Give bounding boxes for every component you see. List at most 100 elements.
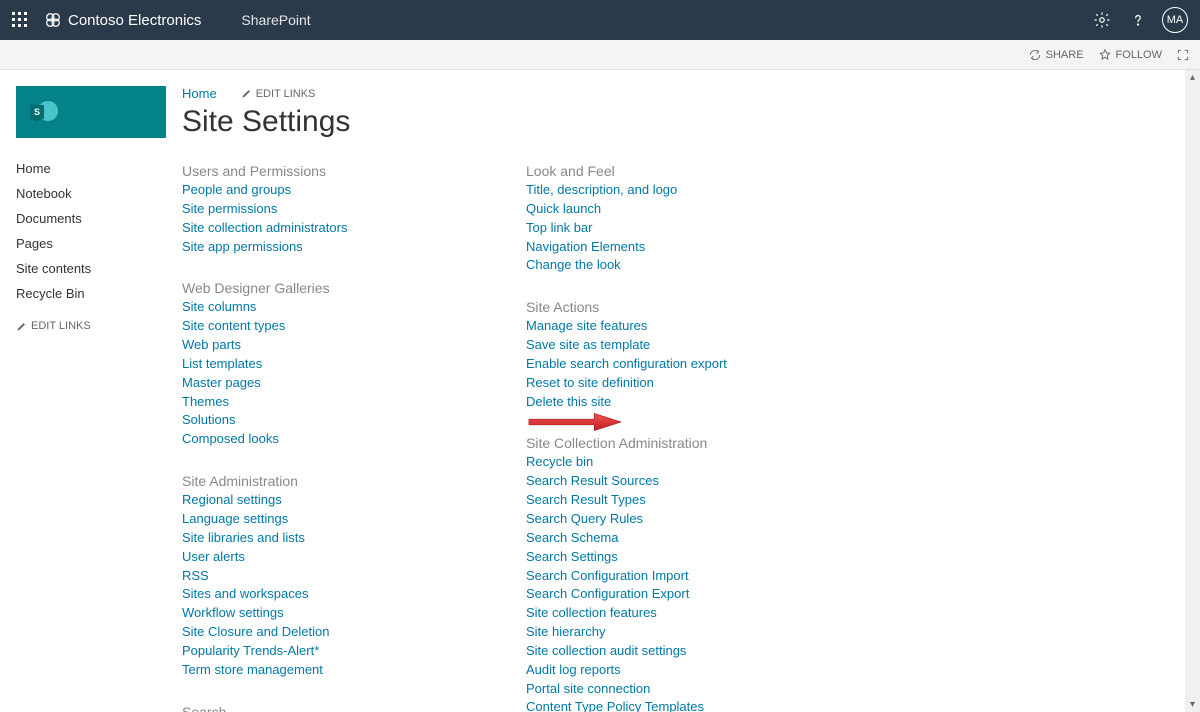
settings-category: Site ActionsManage site featuresSave sit… [526,299,806,411]
settings-link[interactable]: Site content types [182,317,462,336]
scroll-down-icon[interactable]: ▾ [1185,697,1200,712]
settings-link[interactable]: Popularity Trends-Alert* [182,642,462,661]
follow-label: FOLLOW [1116,49,1162,61]
settings-link[interactable]: Navigation Elements [526,238,806,257]
leftnav-edit-links[interactable]: EDIT LINKS [16,320,170,332]
settings-link[interactable]: Title, description, and logo [526,181,806,200]
page-title: Site Settings [182,105,1200,139]
share-label: SHARE [1046,49,1084,61]
settings-link[interactable]: Search Schema [526,529,806,548]
settings-link[interactable]: Search Configuration Export [526,585,806,604]
settings-link[interactable]: Site collection features [526,604,806,623]
settings-link[interactable]: Search Result Types [526,491,806,510]
settings-link[interactable]: User alerts [182,548,462,567]
app-launcher-icon[interactable] [0,0,40,40]
leftnav-item[interactable]: Notebook [16,181,170,206]
settings-column: Users and PermissionsPeople and groupsSi… [182,163,462,712]
settings-link[interactable]: Search Configuration Import [526,567,806,586]
settings-link[interactable]: Enable search configuration export [526,355,806,374]
settings-link[interactable]: Recycle bin [526,453,806,472]
pencil-icon [241,88,252,99]
settings-link[interactable]: Language settings [182,510,462,529]
share-icon [1028,48,1042,62]
leftnav-item[interactable]: Documents [16,206,170,231]
edit-links-top[interactable]: EDIT LINKS [241,88,316,100]
settings-link[interactable]: Quick launch [526,200,806,219]
settings-link[interactable]: Search Query Rules [526,510,806,529]
breadcrumb-home[interactable]: Home [182,86,217,101]
category-title: Site Administration [182,473,462,489]
share-button[interactable]: SHARE [1028,48,1084,62]
settings-link[interactable]: Site Closure and Deletion [182,623,462,642]
settings-link[interactable]: Delete this site [526,393,806,412]
settings-link[interactable]: RSS [182,567,462,586]
avatar-initials: MA [1167,14,1184,26]
settings-link[interactable]: Audit log reports [526,661,806,680]
category-title: Search [182,704,462,712]
edit-links-label: EDIT LINKS [256,88,316,100]
app-name[interactable]: SharePoint [241,12,310,28]
settings-link[interactable]: Search Result Sources [526,472,806,491]
settings-link[interactable]: Master pages [182,374,462,393]
category-title: Site Collection Administration [526,435,806,451]
scroll-up-icon[interactable]: ▴ [1185,70,1200,85]
settings-link[interactable]: Site columns [182,298,462,317]
suite-bar: Contoso Electronics SharePoint MA [0,0,1200,40]
settings-category: Site Collection Administration Recycle bi… [526,435,806,712]
settings-link[interactable]: Site libraries and lists [182,529,462,548]
scrollbar[interactable]: ▴ ▾ [1185,70,1200,712]
settings-category: Users and PermissionsPeople and groupsSi… [182,163,462,256]
category-title: Look and Feel [526,163,806,179]
ribbon-bar: SHARE FOLLOW [0,40,1200,70]
settings-column: Look and Feel Title, description, and log… [526,163,806,712]
leftnav-item[interactable]: Pages [16,231,170,256]
settings-link[interactable]: Workflow settings [182,604,462,623]
site-logo[interactable]: S [16,86,166,138]
settings-link[interactable]: Site hierarchy [526,623,806,642]
settings-link[interactable]: Regional settings [182,491,462,510]
settings-category: SearchResult SourcesResult TypesQuery Ru… [182,704,462,712]
settings-link[interactable]: Sites and workspaces [182,585,462,604]
settings-link[interactable]: People and groups [182,181,462,200]
settings-link[interactable]: Solutions [182,411,462,430]
help-icon[interactable] [1120,0,1156,40]
settings-link[interactable]: Portal site connection [526,680,806,699]
settings-link[interactable]: Save site as template [526,336,806,355]
settings-link[interactable]: Change the look [526,256,806,275]
settings-link[interactable]: Composed looks [182,430,462,449]
settings-link[interactable]: Term store management [182,661,462,680]
settings-category: Site Administration Regional settingsLang… [182,473,462,679]
settings-link[interactable]: Top link bar [526,219,806,238]
left-column: S HomeNotebookDocumentsPagesSite content… [0,70,170,712]
org-name-text: Contoso Electronics [68,12,201,29]
pencil-icon [16,321,27,332]
follow-button[interactable]: FOLLOW [1098,48,1162,62]
org-name[interactable]: Contoso Electronics [44,11,201,29]
leftnav-item[interactable]: Site contents [16,256,170,281]
category-title: Web Designer Galleries [182,280,462,296]
leftnav-item[interactable]: Recycle Bin [16,281,170,306]
settings-link[interactable]: Site collection administrators [182,219,462,238]
star-icon [1098,48,1112,62]
settings-link[interactable]: Site collection audit settings [526,642,806,661]
org-logo-icon [44,11,62,29]
settings-link[interactable]: Content Type Policy Templates [526,698,806,712]
settings-link[interactable]: Site app permissions [182,238,462,257]
settings-link[interactable]: Reset to site definition [526,374,806,393]
focus-icon [1176,48,1190,62]
settings-link[interactable]: List templates [182,355,462,374]
settings-icon[interactable] [1084,0,1120,40]
breadcrumb-row: Home EDIT LINKS [182,86,1200,101]
leftnav-item[interactable]: Home [16,156,170,181]
settings-category: Look and Feel Title, description, and log… [526,163,806,275]
settings-link[interactable]: Search Settings [526,548,806,567]
main-column: Home EDIT LINKS Site Settings Users and … [170,70,1200,712]
settings-link[interactable]: Web parts [182,336,462,355]
category-title: Users and Permissions [182,163,462,179]
settings-link[interactable]: Themes [182,393,462,412]
settings-link[interactable]: Site permissions [182,200,462,219]
focus-button[interactable] [1176,48,1190,62]
settings-link[interactable]: Manage site features [526,317,806,336]
content-area: S HomeNotebookDocumentsPagesSite content… [0,70,1200,712]
user-avatar[interactable]: MA [1162,7,1188,33]
